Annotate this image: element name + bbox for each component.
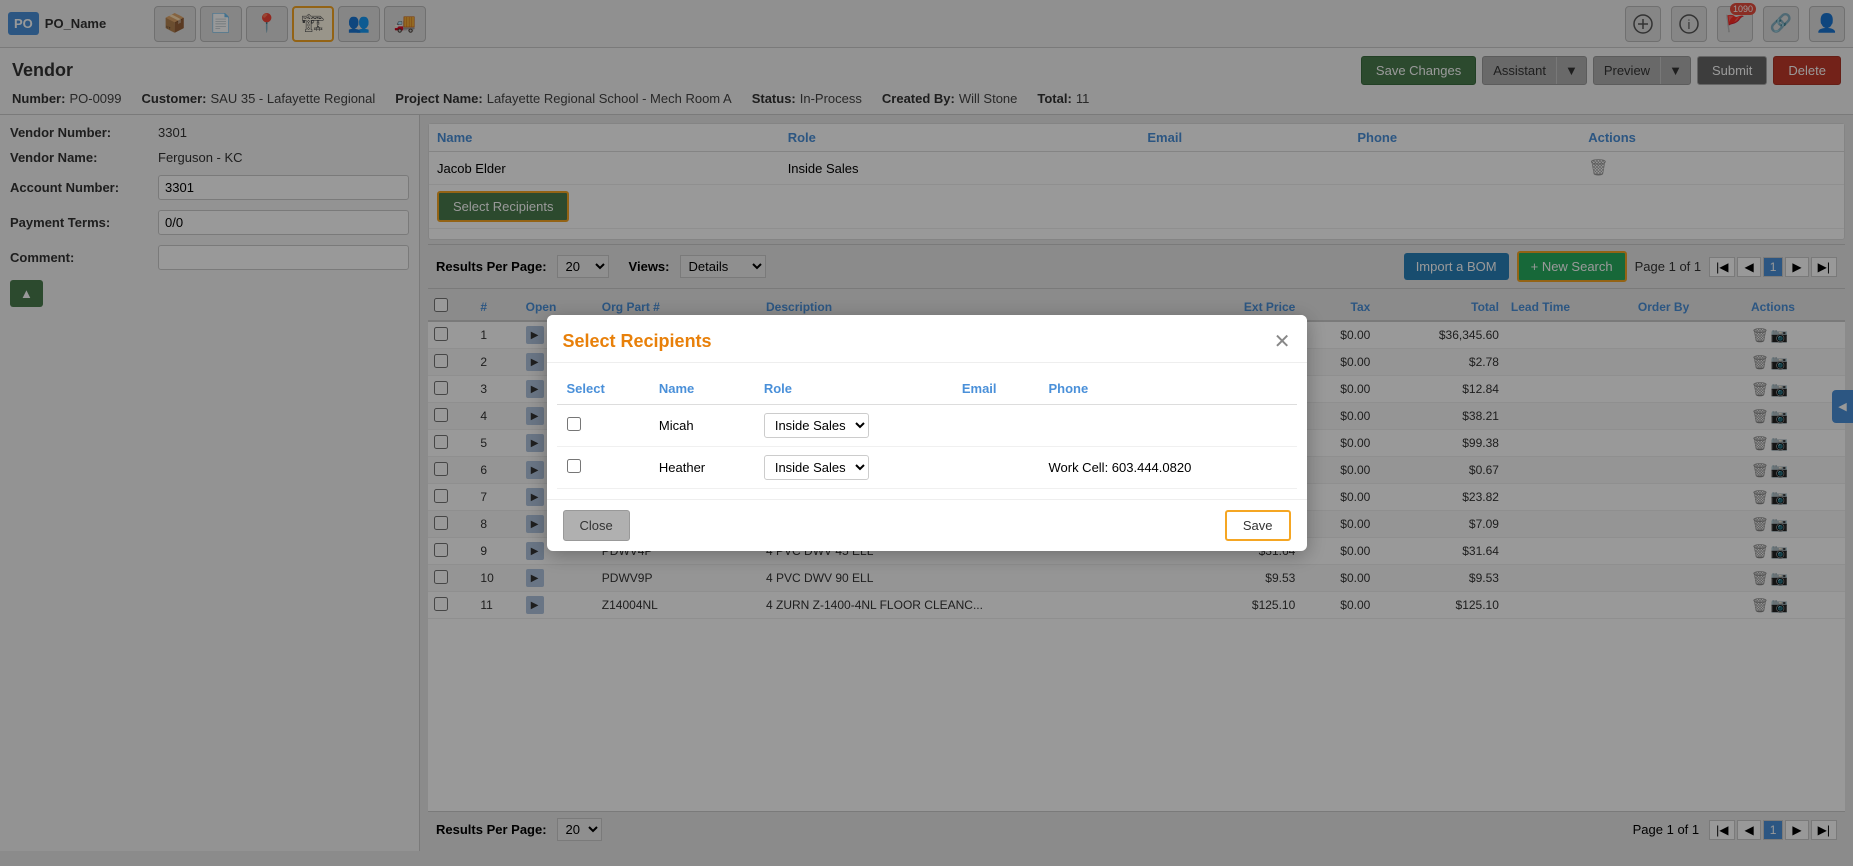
modal-col-role: Role [754,373,952,405]
modal-col-email: Email [952,373,1039,405]
modal-save-button[interactable]: Save [1225,510,1291,541]
modal-role-select[interactable]: Inside Sales [764,413,869,438]
modal-row-role: Inside Sales [754,447,952,489]
modal-row-checkbox[interactable] [567,417,581,431]
modal-row-email [952,447,1039,489]
modal-row-phone [1038,405,1296,447]
modal-table: Select Name Role Email Phone Micah Insid… [557,373,1297,489]
modal-row-checkbox[interactable] [567,459,581,473]
modal-row-phone: Work Cell: 603.444.0820 [1038,447,1296,489]
modal-header: Select Recipients ✕ [547,315,1307,363]
select-recipients-modal: Select Recipients ✕ Select Name Role Ema… [547,315,1307,551]
modal-col-select: Select [557,373,649,405]
modal-footer: Close Save [547,499,1307,551]
modal-title: Select Recipients [563,331,712,352]
modal-row-role: Inside Sales [754,405,952,447]
modal-row-name: Micah [649,405,754,447]
modal-close-x-button[interactable]: ✕ [1274,329,1291,354]
modal-row-name: Heather [649,447,754,489]
modal-row-email [952,405,1039,447]
modal-role-select[interactable]: Inside Sales [764,455,869,480]
modal-table-row: Heather Inside Sales Work Cell: 603.444.… [557,447,1297,489]
modal-close-button[interactable]: Close [563,510,630,541]
modal-body: Select Name Role Email Phone Micah Insid… [547,363,1307,499]
modal-overlay: Select Recipients ✕ Select Name Role Ema… [0,0,1853,866]
modal-col-phone: Phone [1038,373,1296,405]
modal-col-name: Name [649,373,754,405]
modal-table-row: Micah Inside Sales [557,405,1297,447]
